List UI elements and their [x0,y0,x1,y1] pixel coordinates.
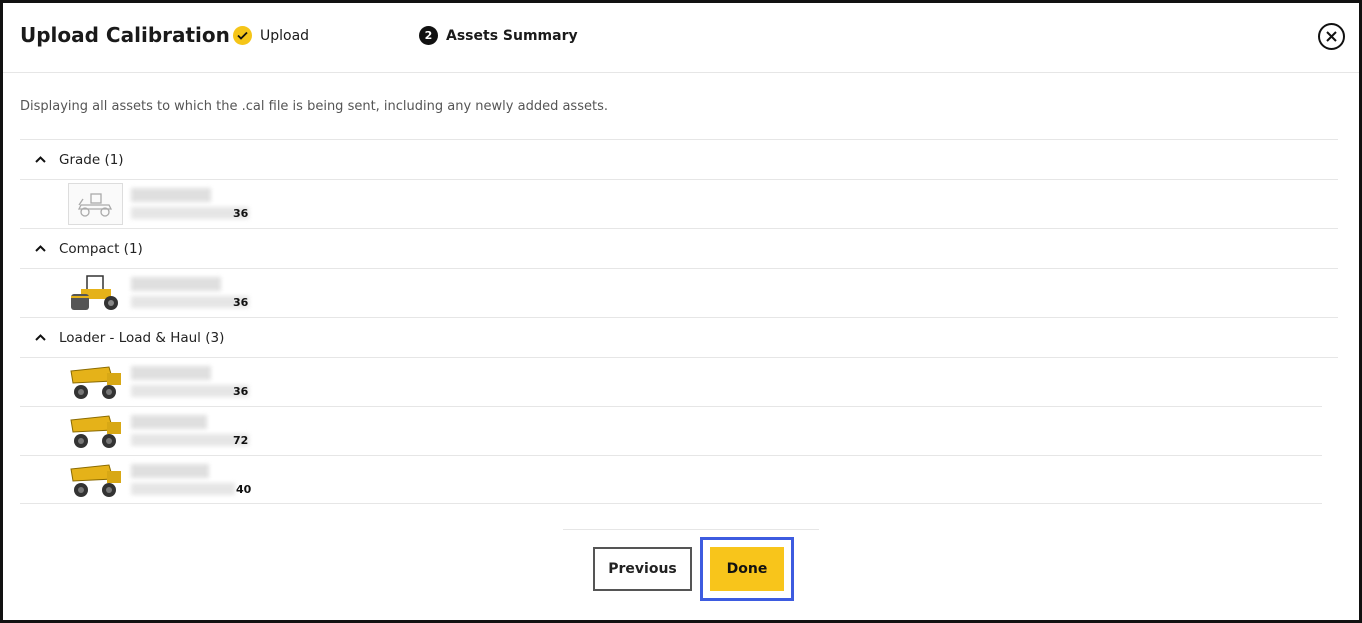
asset-serial-redacted [131,385,249,397]
upload-calibration-dialog: Upload Calibration Upload 2 Assets Summa… [0,0,1362,623]
group-header-compact[interactable]: Compact (1) [20,228,1338,268]
step-upload: Upload [233,26,309,45]
step-upload-label: Upload [260,27,310,44]
asset-name-redacted [131,464,209,478]
step-assets-summary-label: Assets Summary [446,27,578,44]
asset-serial-suffix: 40 [236,483,252,496]
group-label: Grade (1) [59,151,124,168]
asset-row[interactable]: 40 [20,455,1322,504]
close-icon [1326,31,1337,42]
chevron-up-icon[interactable] [33,242,47,256]
chevron-up-icon[interactable] [33,153,47,167]
group-label: Loader - Load & Haul (3) [59,329,225,346]
asset-serial-suffix: 72 [233,434,249,447]
asset-groups: Grade (1) 36 Compact (1) 36 Loader - Loa… [20,139,1338,504]
asset-row[interactable]: 36 [20,357,1338,406]
asset-serial-redacted [131,434,249,446]
check-icon [233,26,252,45]
asset-serial-redacted [131,483,235,495]
step-number: 2 [419,26,438,45]
done-button[interactable]: Done [710,547,784,591]
dialog-header: Upload Calibration Upload 2 Assets Summa… [3,3,1359,73]
close-button[interactable] [1318,23,1345,50]
asset-row[interactable]: 72 [20,406,1322,455]
haul-truck-icon [68,459,123,501]
haul-truck-icon [68,361,123,403]
asset-serial-suffix: 36 [233,296,249,309]
asset-serial-suffix: 36 [233,385,249,398]
footer-divider [563,529,819,530]
chevron-up-icon[interactable] [33,331,47,345]
asset-name-redacted [131,188,211,202]
group-label: Compact (1) [59,240,143,257]
asset-row[interactable]: 36 [20,268,1338,317]
previous-button[interactable]: Previous [593,547,692,591]
asset-name-redacted [131,415,207,429]
asset-serial-suffix: 36 [233,207,249,220]
compactor-icon [68,272,123,314]
step-assets-summary: 2 Assets Summary [419,26,578,45]
group-header-grade[interactable]: Grade (1) [20,139,1338,179]
grader-placeholder-icon [68,183,123,225]
group-header-loader-load-haul[interactable]: Loader - Load & Haul (3) [20,317,1338,357]
asset-row[interactable]: 36 [20,179,1338,228]
asset-name-redacted [131,366,211,380]
haul-truck-icon [68,410,123,452]
asset-name-redacted [131,277,221,291]
asset-serial-redacted [131,207,249,219]
dialog-title: Upload Calibration [20,23,230,47]
asset-serial-redacted [131,296,249,308]
description-text: Displaying all assets to which the .cal … [20,99,608,114]
